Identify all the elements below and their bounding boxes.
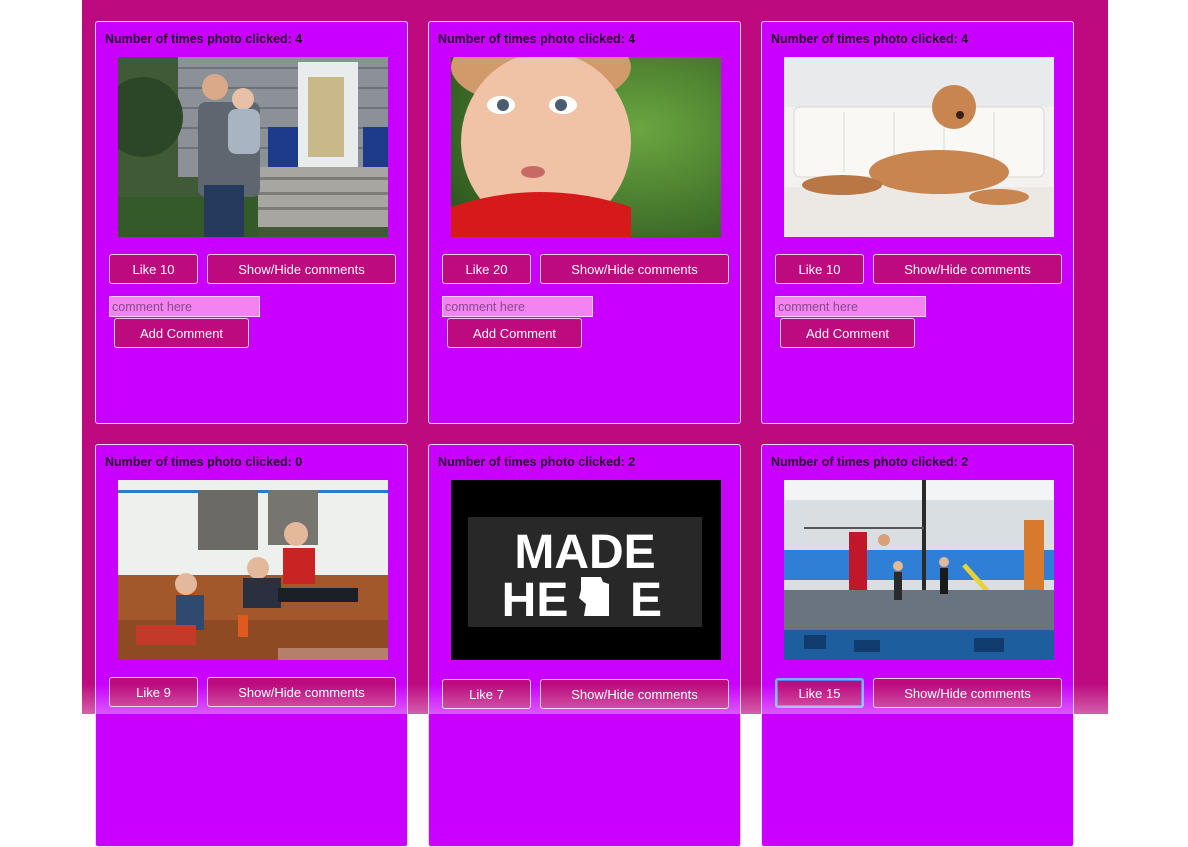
- photo-card: Number of times photo clicked: 0 Like 9 …: [95, 444, 408, 847]
- gymnastics-photo-image: [784, 480, 1054, 660]
- dog-photo[interactable]: [784, 57, 1054, 237]
- comment-input[interactable]: [442, 296, 593, 317]
- add-comment-button[interactable]: Add Comment: [780, 318, 915, 348]
- show-hide-comments-button[interactable]: Show/Hide comments: [873, 678, 1062, 708]
- kids-playing-photo-image: [118, 480, 388, 660]
- photo-card: Number of times photo clicked: 4 Like 10…: [761, 21, 1074, 424]
- click-count-label: Number of times photo clicked: 2: [438, 455, 636, 469]
- click-count-label: Number of times photo clicked: 0: [105, 455, 303, 469]
- family-photo[interactable]: [118, 57, 388, 237]
- made-here-logo-image: MADE HE E: [451, 480, 721, 660]
- show-hide-comments-button[interactable]: Show/Hide comments: [207, 254, 396, 284]
- gymnastics-photo[interactable]: [784, 480, 1054, 660]
- like-button[interactable]: Like 9: [109, 677, 198, 707]
- like-button[interactable]: Like 20: [442, 254, 531, 284]
- kids-playing-photo[interactable]: [118, 480, 388, 660]
- add-comment-button[interactable]: Add Comment: [447, 318, 582, 348]
- comment-input[interactable]: [775, 296, 926, 317]
- photo-card: Number of times photo clicked: 2 Like 15…: [761, 444, 1074, 847]
- photo-card: Number of times photo clicked: 4: [95, 21, 408, 424]
- here-text-end: E: [630, 574, 662, 627]
- add-comment-button[interactable]: Add Comment: [114, 318, 249, 348]
- click-count-label: Number of times photo clicked: 4: [438, 32, 636, 46]
- click-count-label: Number of times photo clicked: 4: [771, 32, 969, 46]
- comment-input[interactable]: [109, 296, 260, 317]
- made-here-logo-photo[interactable]: MADE HE E: [451, 480, 721, 660]
- photo-gallery-page: Number of times photo clicked: 4 Like 10…: [82, 0, 1108, 847]
- show-hide-comments-button[interactable]: Show/Hide comments: [873, 254, 1062, 284]
- show-hide-comments-button[interactable]: Show/Hide comments: [207, 677, 396, 707]
- here-text-start: HE: [502, 574, 569, 627]
- made-text: MADE: [514, 526, 655, 579]
- click-count-label: Number of times photo clicked: 2: [771, 455, 969, 469]
- like-button[interactable]: Like 7: [442, 679, 531, 709]
- photo-card: Number of times photo clicked: 4: [428, 21, 741, 424]
- toddler-photo[interactable]: [451, 57, 721, 237]
- toddler-photo-image: [451, 57, 721, 237]
- dog-photo-image: [784, 57, 1054, 237]
- like-button[interactable]: Like 15: [775, 678, 864, 708]
- photo-card: Number of times photo clicked: 2 MADE HE…: [428, 444, 741, 847]
- like-button[interactable]: Like 10: [775, 254, 864, 284]
- show-hide-comments-button[interactable]: Show/Hide comments: [540, 254, 729, 284]
- click-count-label: Number of times photo clicked: 4: [105, 32, 303, 46]
- like-button[interactable]: Like 10: [109, 254, 198, 284]
- show-hide-comments-button[interactable]: Show/Hide comments: [540, 679, 729, 709]
- family-photo-image: [118, 57, 388, 237]
